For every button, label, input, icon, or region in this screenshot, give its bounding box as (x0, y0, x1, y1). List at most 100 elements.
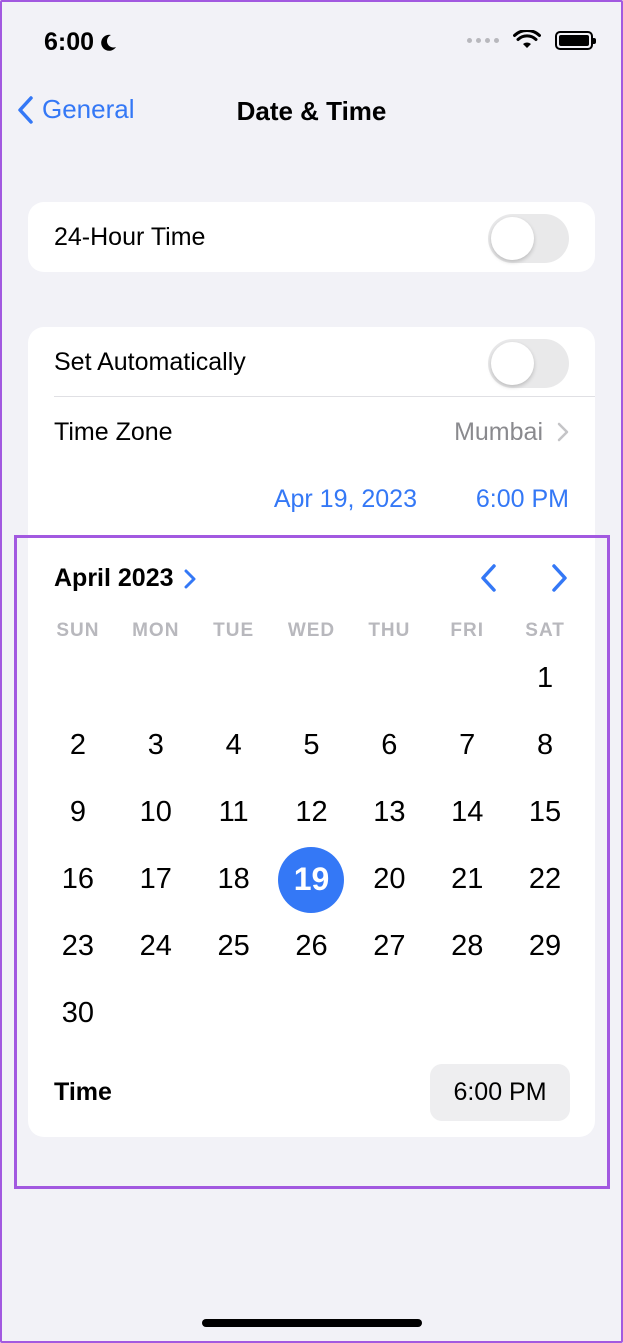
cellular-signal-icon (467, 37, 499, 43)
day-number: 3 (147, 729, 164, 761)
time-label: Time (54, 1078, 112, 1106)
calendar-day[interactable]: 28 (428, 913, 506, 980)
date-time-row: Apr 19, 2023 6:00 PM (28, 467, 595, 533)
calendar-grid: 1 2 3 4 5 6 7 8 9 10 11 12 13 14 15 16 17 18 19 20 21 22 23 24 2… (39, 645, 584, 1047)
calendar-day[interactable]: 7 (428, 712, 506, 779)
calendar-day[interactable]: 5 (273, 712, 351, 779)
chevron-right-icon (184, 569, 196, 588)
time-zone-text: Mumbai (454, 417, 543, 446)
day-number: 19 (278, 846, 345, 913)
day-number: 4 (225, 729, 242, 761)
calendar-day[interactable]: 20 (350, 846, 428, 913)
status-time-text: 6:00 (44, 28, 95, 56)
hour24-toggle[interactable] (488, 214, 569, 263)
weekday-label: SUN (56, 620, 100, 641)
hour24-card: 24-Hour Time (28, 202, 595, 272)
day-number: 12 (295, 796, 328, 828)
time-button[interactable]: 6:00 PM (476, 485, 569, 514)
day-number: 5 (303, 729, 320, 761)
day-number: 28 (451, 930, 484, 962)
weekday-label: WED (287, 620, 336, 641)
day-number: 21 (451, 863, 484, 895)
day-number: 20 (373, 863, 406, 895)
calendar-day[interactable]: 23 (39, 913, 117, 980)
calendar-day[interactable]: 8 (506, 712, 584, 779)
set-automatically-row: Set Automatically (28, 327, 595, 397)
time-zone-label: Time Zone (54, 417, 173, 446)
home-indicator[interactable] (202, 1319, 422, 1327)
day-number: 18 (217, 863, 250, 895)
calendar-day[interactable]: 29 (506, 913, 584, 980)
weekday-label: TUE (213, 620, 255, 641)
calendar-day[interactable]: 18 (195, 846, 273, 913)
page-title: Date & Time (236, 96, 387, 126)
day-number: 13 (373, 796, 406, 828)
wifi-icon (513, 30, 541, 48)
hour24-label: 24-Hour Time (54, 222, 206, 251)
day-number: 24 (139, 930, 172, 962)
empty-cell (428, 645, 506, 712)
time-zone-row[interactable]: Time Zone Mumbai (28, 397, 595, 467)
calendar-day[interactable]: 27 (350, 913, 428, 980)
weekday-label: FRI (450, 620, 485, 641)
calendar-day[interactable]: 2 (39, 712, 117, 779)
selected-day[interactable]: 19 (273, 846, 351, 913)
calendar-day[interactable]: 25 (195, 913, 273, 980)
calendar-day[interactable]: 4 (195, 712, 273, 779)
day-number: 14 (451, 796, 484, 828)
calendar-day[interactable]: 16 (39, 846, 117, 913)
calendar-day[interactable]: 10 (117, 779, 195, 846)
calendar-day[interactable]: 1 (506, 645, 584, 712)
day-number: 6 (381, 729, 398, 761)
day-number: 7 (459, 729, 476, 761)
day-number: 1 (536, 662, 554, 694)
empty-cell (273, 645, 351, 712)
calendar-day[interactable]: 22 (506, 846, 584, 913)
calendar-day[interactable]: 24 (117, 913, 195, 980)
calendar-day[interactable]: 12 (273, 779, 351, 846)
time-picker-button[interactable]: 6:00 PM (430, 1064, 570, 1121)
day-number: 15 (528, 796, 562, 828)
calendar-day[interactable]: 6 (350, 712, 428, 779)
moon-icon (101, 34, 117, 51)
set-automatically-toggle[interactable] (488, 339, 569, 388)
calendar-day[interactable]: 9 (39, 779, 117, 846)
day-number: 2 (69, 729, 86, 761)
empty-cell (350, 645, 428, 712)
calendar-day[interactable]: 3 (117, 712, 195, 779)
status-bar-indicators (467, 30, 596, 50)
calendar-day[interactable]: 15 (506, 779, 584, 846)
day-number: 8 (536, 729, 554, 761)
next-month-button[interactable] (547, 562, 571, 594)
day-number: 26 (295, 930, 328, 962)
day-number: 25 (217, 930, 250, 962)
chevron-right-icon (557, 422, 569, 442)
hour24-row: 24-Hour Time (28, 202, 595, 272)
day-number: 9 (69, 796, 86, 828)
empty-cell (195, 645, 273, 712)
battery-icon (555, 30, 596, 50)
calendar-day[interactable]: 13 (350, 779, 428, 846)
month-navigation (477, 562, 571, 594)
day-number: 30 (61, 997, 95, 1029)
weekday-header: SUN MON TUE WED THU FRI SAT (39, 620, 584, 642)
status-bar-time: 6:00 (44, 28, 118, 57)
calendar-day[interactable]: 17 (117, 846, 195, 913)
calendar-day[interactable]: 26 (273, 913, 351, 980)
day-number: 10 (139, 796, 172, 828)
day-number: 27 (373, 930, 406, 962)
day-number: 22 (528, 863, 562, 895)
calendar-day[interactable]: 11 (195, 779, 273, 846)
empty-cell (39, 645, 117, 712)
date-button[interactable]: Apr 19, 2023 (274, 485, 417, 514)
previous-month-button[interactable] (477, 562, 501, 594)
month-year-button[interactable]: April 2023 (54, 564, 196, 593)
calendar-day[interactable]: 21 (428, 846, 506, 913)
calendar-day[interactable]: 30 (39, 980, 117, 1047)
day-number: 17 (139, 863, 172, 895)
time-zone-value[interactable]: Mumbai (454, 397, 569, 467)
day-number: 29 (528, 930, 562, 962)
calendar-day[interactable]: 14 (428, 779, 506, 846)
day-number: 16 (61, 863, 95, 895)
weekday-label: MON (132, 620, 180, 641)
